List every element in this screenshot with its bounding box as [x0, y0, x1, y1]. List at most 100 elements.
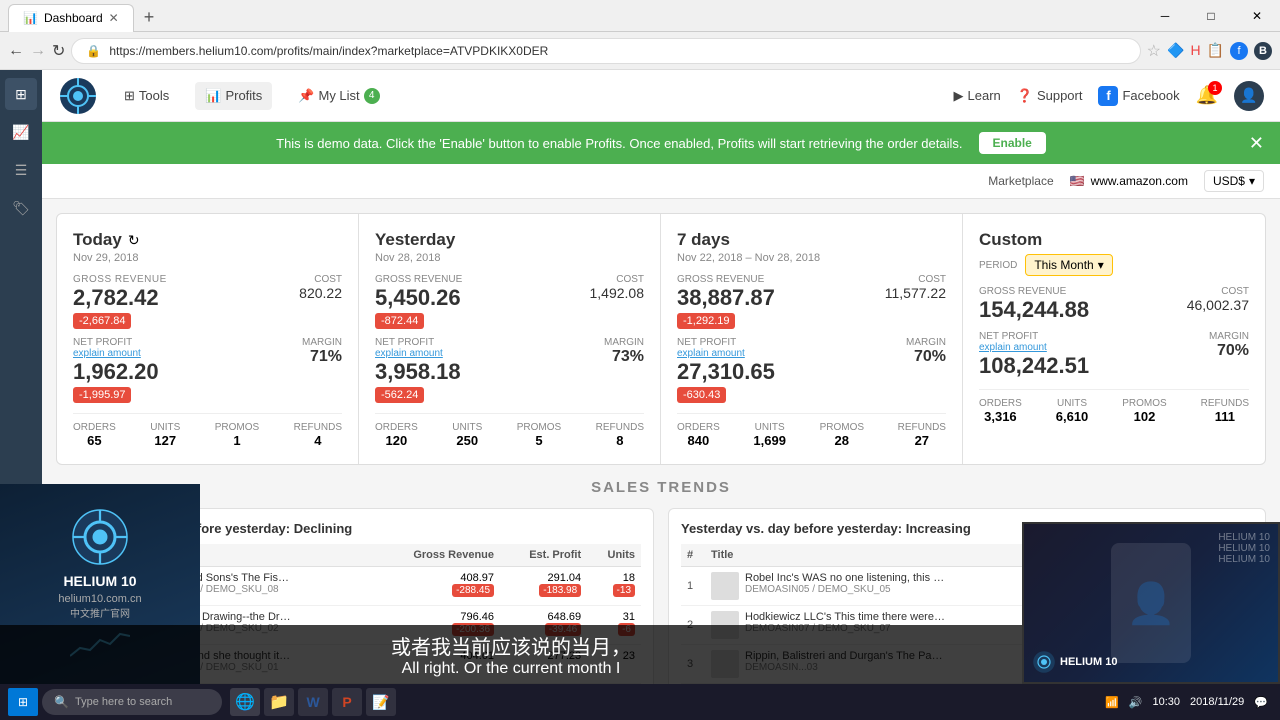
nav-facebook[interactable]: f Facebook — [1098, 86, 1179, 106]
back-button[interactable]: ← — [8, 42, 24, 60]
sidebar-icon-tag[interactable]: 🏷 — [5, 192, 37, 224]
marketplace-bar: Marketplace 🇺🇸 www.amazon.com USD$ ▾ — [42, 164, 1280, 199]
inc-row1-title-cell: Robel Inc's WAS no one listening, this t… — [705, 567, 1010, 606]
7days-date: Nov 22, 2018 – Nov 28, 2018 — [677, 252, 946, 264]
custom-gross-value: 154,244.88 — [979, 297, 1089, 323]
ext-icon-5[interactable]: B — [1254, 42, 1272, 60]
today-refunds-value: 4 — [294, 433, 342, 448]
7d-explain-link[interactable]: explain amount — [677, 348, 775, 359]
today-promos-value: 1 — [215, 433, 259, 448]
custom-margin-value: 70% — [1209, 342, 1249, 360]
taskbar-notepad[interactable]: 📝 — [366, 688, 396, 716]
address-bar[interactable]: 🔒 https://members.helium10.com/profits/m… — [71, 38, 1140, 64]
today-cost-value: 820.22 — [299, 285, 342, 301]
stat-card-custom: Custom PERIOD This Month ▾ GROSS REVENUE… — [963, 214, 1265, 464]
app-navbar: ⊞ Tools 📊 Profits 📌 My List 4 ▶ Learn ❓ … — [42, 70, 1280, 122]
start-button[interactable]: ⊞ — [8, 688, 38, 716]
bookmark-icon[interactable]: ☆ — [1147, 41, 1161, 61]
facebook-label: Facebook — [1122, 88, 1179, 103]
custom-promos-label: PROMOS — [1122, 398, 1166, 409]
today-net-badge: -1,995.97 — [73, 387, 131, 403]
today-orders-label: ORDERS — [73, 422, 116, 433]
nav-learn[interactable]: ▶ Learn — [954, 88, 1001, 104]
taskbar-explorer[interactable]: 📁 — [264, 688, 294, 716]
mylist-label: My List — [318, 88, 359, 103]
notification-bell[interactable]: 🔔 1 — [1196, 85, 1218, 106]
7d-orders-value: 840 — [677, 433, 720, 448]
ext-icon-4[interactable]: f — [1230, 42, 1248, 60]
sidebar-icon-list[interactable]: ☰ — [5, 154, 37, 186]
refresh-button[interactable]: ↻ — [52, 41, 65, 61]
refresh-icon[interactable]: ↻ — [128, 232, 140, 249]
currency-chevron-icon: ▾ — [1249, 174, 1255, 188]
period-dropdown[interactable]: This Month ▾ — [1025, 254, 1112, 276]
url-text: https://members.helium10.com/profits/mai… — [109, 44, 548, 58]
user-avatar[interactable]: 👤 — [1234, 81, 1264, 111]
taskbar-ppt[interactable]: P — [332, 688, 362, 716]
tab-close-icon[interactable]: ✕ — [109, 11, 119, 25]
today-margin-value: 71% — [302, 348, 342, 366]
nav-my-list[interactable]: 📌 My List 4 — [288, 82, 389, 110]
lock-icon: 🔒 — [86, 44, 101, 58]
7d-net-value: 27,310.65 — [677, 359, 775, 385]
row1-profit: 291.04 -183.98 — [500, 567, 587, 606]
nav-support[interactable]: ❓ Support — [1017, 88, 1083, 104]
yest-refunds-value: 8 — [596, 433, 644, 448]
maximize-button[interactable]: □ — [1188, 0, 1234, 32]
inc-row2-title: Hodkiewicz LLC's This time there were a … — [745, 611, 945, 623]
profits-chart-icon: 📊 — [205, 88, 221, 104]
close-button[interactable]: ✕ — [1234, 0, 1280, 32]
today-units-label: UNITS — [150, 422, 180, 433]
yest-net-value: 3,958.18 — [375, 359, 461, 385]
inc-row1-title: Robel Inc's WAS no one listening, this t… — [745, 572, 945, 584]
currency-selector[interactable]: USD$ ▾ — [1204, 170, 1264, 192]
tools-label: Tools — [139, 88, 169, 103]
yesterday-date: Nov 28, 2018 — [375, 252, 644, 264]
facebook-icon: f — [1098, 86, 1118, 106]
today-units: UNITS 127 — [150, 422, 180, 448]
ext-icon-2[interactable]: H — [1190, 42, 1200, 60]
row1-profit-badge: -183.98 — [539, 584, 581, 597]
inc-row1-num: 1 — [681, 567, 705, 606]
yest-gross-badge: -872.44 — [375, 313, 424, 329]
today-gross-value: 2,782.42 — [73, 285, 167, 311]
custom-explain-link[interactable]: explain amount — [979, 342, 1089, 353]
sidebar-icon-chart[interactable]: 📈 — [5, 116, 37, 148]
sidebar-icon-grid[interactable]: ⊞ — [5, 78, 37, 110]
nav-profits[interactable]: 📊 Profits — [195, 82, 272, 110]
taskbar-chrome[interactable]: 🌐 — [230, 688, 260, 716]
active-tab[interactable]: 📊 Dashboard ✕ — [8, 4, 134, 32]
new-tab-button[interactable]: + — [134, 3, 165, 32]
marketplace-selector[interactable]: 🇺🇸 www.amazon.com — [1070, 174, 1188, 188]
search-bar[interactable]: 🔍 Type here to search — [42, 689, 222, 715]
address-bar-row: ← → ↻ 🔒 https://members.helium10.com/pro… — [0, 32, 1280, 70]
ext-icon-3[interactable]: 📋 — [1207, 42, 1224, 60]
today-gross-label: GROSS REVENUE — [73, 274, 167, 285]
yest-margin-label: MARGIN — [604, 337, 644, 348]
7d-cost-label: COST — [885, 274, 946, 285]
yest-margin-value: 73% — [604, 348, 644, 366]
row1-gross: 408.97 -288.45 — [374, 567, 500, 606]
forward-button[interactable]: → — [30, 42, 46, 60]
taskbar-word[interactable]: W — [298, 688, 328, 716]
nav-tools[interactable]: ⊞ Tools — [114, 82, 179, 110]
taskbar-volume-icon: 🔊 — [1129, 696, 1143, 709]
browser-extensions: 🔷 H 📋 f B — [1167, 42, 1272, 60]
today-footer: ORDERS 65 UNITS 127 PROMOS 1 REFUNDS 4 — [73, 413, 342, 448]
minimize-button[interactable]: ─ — [1142, 0, 1188, 32]
today-cost-label: COST — [299, 274, 342, 285]
7d-net-label: NET PROFIT — [677, 337, 775, 348]
ext-icon-1[interactable]: 🔷 — [1167, 42, 1184, 60]
today-orders-value: 65 — [73, 433, 116, 448]
close-banner-button[interactable]: ✕ — [1249, 133, 1264, 154]
window-controls: ─ □ ✕ — [1142, 0, 1280, 32]
today-explain-link[interactable]: explain amount — [73, 348, 159, 359]
enable-button[interactable]: Enable — [979, 132, 1046, 154]
7d-gross-badge: -1,292.19 — [677, 313, 735, 329]
subtitle-chinese: 或者我当前应该说的当月， — [20, 631, 1002, 660]
yest-net-label: NET PROFIT — [375, 337, 461, 348]
custom-promos-value: 102 — [1122, 409, 1166, 424]
yest-explain-link[interactable]: explain amount — [375, 348, 461, 359]
inc-col-title: Title — [705, 544, 1010, 567]
taskbar-apps: 🌐 📁 W P 📝 — [230, 688, 396, 716]
